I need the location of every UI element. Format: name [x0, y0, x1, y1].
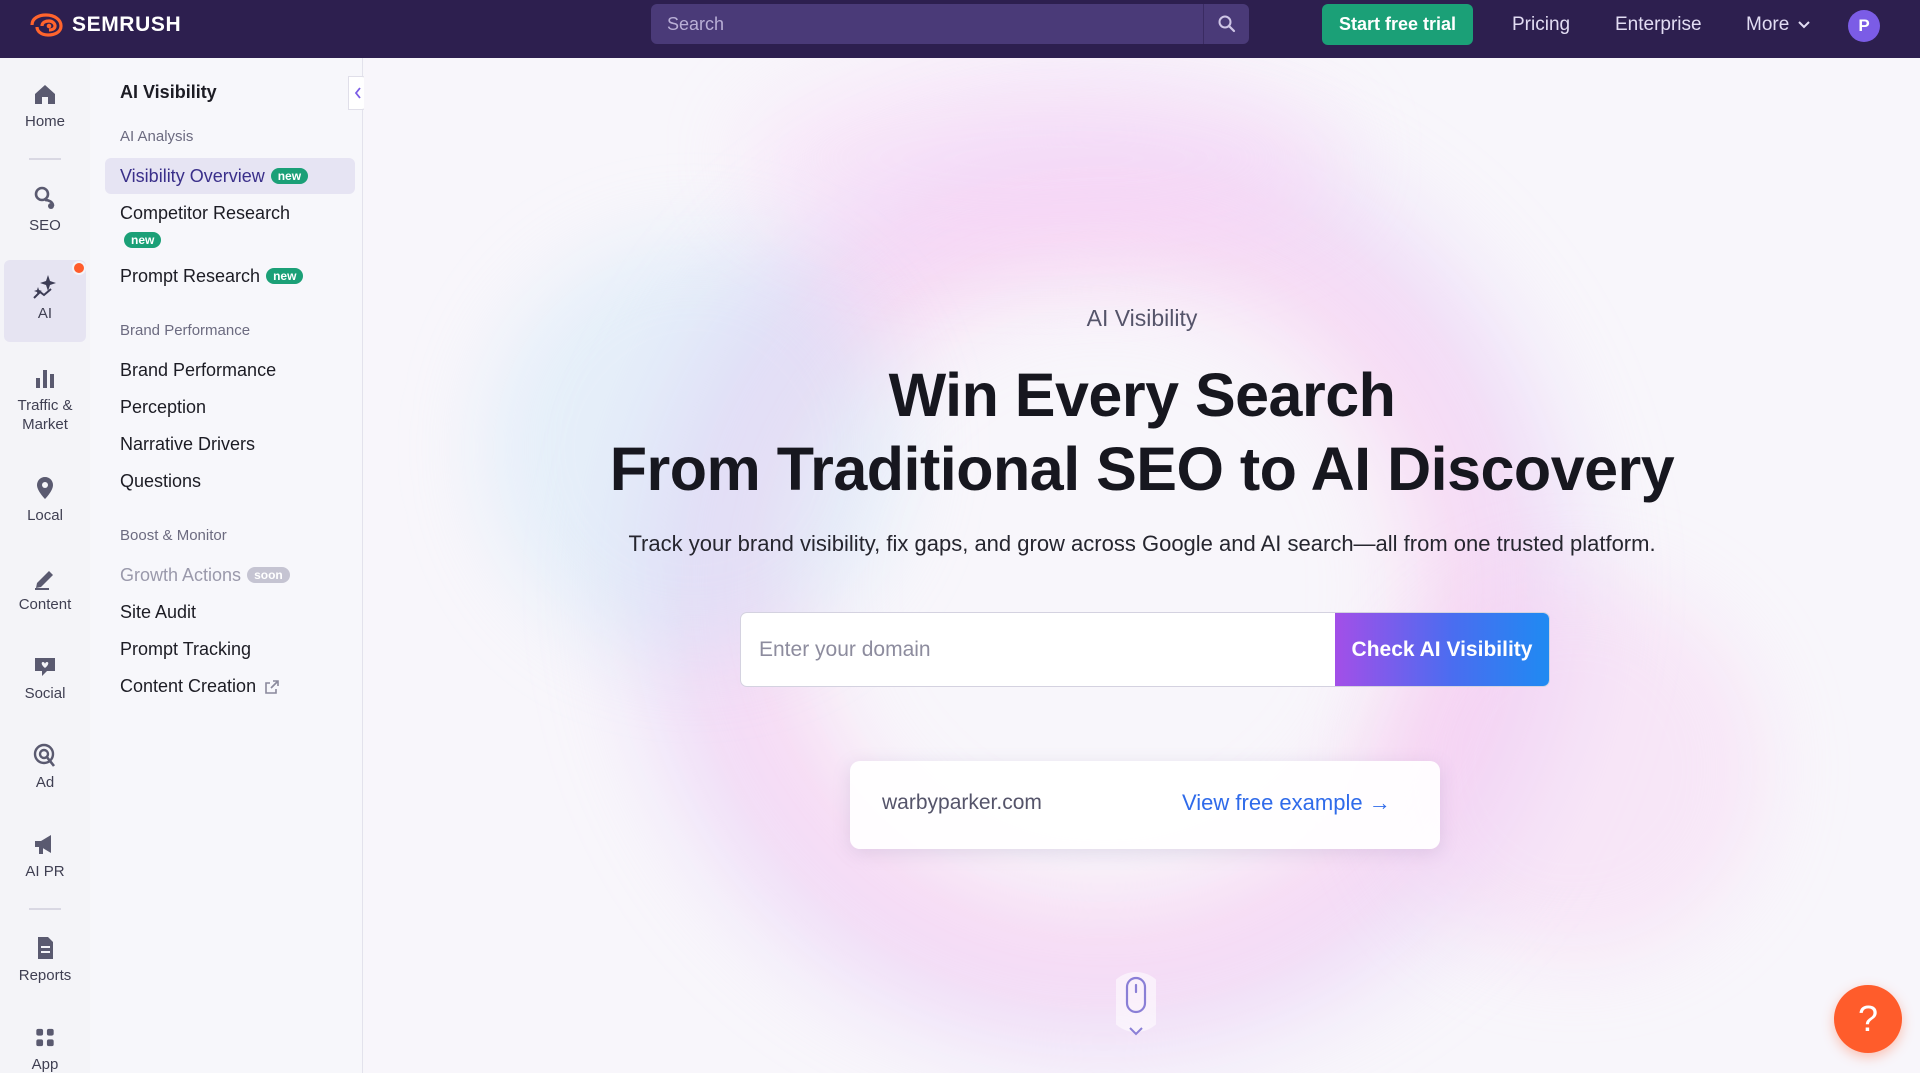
megaphone-icon: [35, 835, 51, 854]
rail-item-ai-pr[interactable]: AI PR: [4, 830, 86, 894]
check-ai-visibility-button[interactable]: Check AI Visibility: [1335, 613, 1549, 686]
subnav-group-boost-monitor: Boost & Monitor: [120, 527, 227, 544]
top-bar: SEMRUSH Start free trial Pricing Enterpr…: [0, 0, 1920, 58]
subnav-item-label: Prompt Research: [120, 266, 261, 286]
domain-input[interactable]: [741, 613, 1335, 686]
rail-divider: [29, 908, 61, 910]
semrush-flame-icon: [30, 13, 63, 37]
bar-chart-icon: [36, 370, 54, 388]
subnav-item-site-audit[interactable]: Site Audit: [120, 602, 196, 623]
rail-item-seo[interactable]: SEO: [4, 184, 86, 248]
rail-item-reports[interactable]: Reports: [4, 934, 86, 998]
search-button[interactable]: [1203, 4, 1249, 44]
free-example-card: warbyparker.com View free example →: [850, 761, 1440, 849]
brand-name: SEMRUSH: [72, 13, 182, 36]
main-content: AI Visibility Win Every Search From Trad…: [364, 58, 1920, 1073]
subnav-item-growth-actions: Growth Actions soon: [120, 565, 290, 586]
rail-label: Local: [27, 507, 63, 524]
rail-item-home[interactable]: Home: [4, 80, 86, 144]
rail-item-ad[interactable]: Ad: [4, 741, 86, 805]
rail-item-traffic-market[interactable]: Traffic & Market: [4, 364, 86, 444]
start-free-trial-button[interactable]: Start free trial: [1322, 4, 1473, 45]
user-avatar[interactable]: P: [1848, 10, 1880, 42]
seo-icon: [34, 186, 55, 209]
subnav-item-perception[interactable]: Perception: [120, 397, 206, 418]
ad-target-icon: [33, 743, 56, 767]
rail-label: Social: [24, 685, 66, 702]
pricing-link[interactable]: Pricing: [1512, 14, 1570, 36]
chevron-left-icon: [354, 87, 361, 99]
external-link-icon: [265, 679, 279, 694]
subnav-item-label: Visibility Overview: [120, 166, 265, 186]
apps-grid-icon: [36, 1028, 54, 1047]
rail-label: Content: [18, 596, 72, 613]
rail-label: Ad: [35, 774, 55, 791]
decorative-glow-top: [744, 58, 1344, 258]
new-badge: new: [270, 168, 309, 184]
domain-check-form: Check AI Visibility: [741, 613, 1549, 686]
rail-divider: [29, 158, 61, 160]
rail-label: Traffic & Market: [17, 397, 73, 433]
scroll-down-hint[interactable]: [1098, 958, 1174, 1058]
headline-line-2: From Traditional SEO to AI Discovery: [609, 435, 1675, 503]
global-search: [651, 4, 1249, 44]
subnav-item-label: Growth Actions: [120, 565, 242, 585]
pen-icon: [35, 571, 53, 590]
subnav-item-prompt-tracking[interactable]: Prompt Tracking: [120, 639, 251, 660]
enterprise-link[interactable]: Enterprise: [1615, 14, 1702, 36]
search-icon: [1218, 15, 1235, 33]
heart-chat-icon: [35, 658, 55, 676]
hero-headline: Win Every Search From Traditional SEO to…: [364, 358, 1920, 506]
global-search-input[interactable]: [651, 4, 1203, 44]
subnav-group-brand-performance: Brand Performance: [120, 322, 251, 339]
rail-label: Home: [24, 113, 65, 130]
more-label: More: [1746, 14, 1790, 35]
document-icon: [38, 937, 53, 959]
subnav-item-competitor-research[interactable]: Competitor Research: [120, 203, 290, 224]
subnav-item-content-creation[interactable]: Content Creation: [120, 676, 280, 697]
rail-label: Reports: [18, 967, 72, 984]
rail-item-local[interactable]: Local: [4, 474, 86, 538]
rail-label: SEO: [29, 217, 61, 234]
rail-label: AI PR: [25, 863, 65, 880]
home-icon: [35, 85, 55, 104]
subnav-item-questions[interactable]: Questions: [120, 471, 201, 492]
subnav-group-ai-analysis: AI Analysis: [120, 128, 194, 145]
rail-label: AI: [37, 305, 53, 322]
subnav-item-brand-performance[interactable]: Brand Performance: [120, 360, 276, 381]
mouse-scroll-icon: [1116, 972, 1156, 1036]
map-pin-icon: [37, 477, 53, 499]
rail-item-content[interactable]: Content: [4, 563, 86, 627]
rail-item-app[interactable]: App: [4, 1024, 86, 1073]
hero-subline: Track your brand visibility, fix gaps, a…: [628, 531, 1656, 556]
new-badge: new: [266, 268, 304, 284]
soon-badge: soon: [247, 567, 290, 583]
view-free-example-link[interactable]: View free example →: [1182, 790, 1391, 816]
subnav-item-visibility-overview[interactable]: Visibility Overview new: [120, 166, 309, 187]
semrush-logo[interactable]: SEMRUSH: [28, 13, 181, 37]
help-button[interactable]: ?: [1834, 985, 1902, 1053]
subnav-item-label: Competitor Research: [120, 203, 291, 223]
subnav-item-prompt-research[interactable]: Prompt Research new: [120, 266, 304, 287]
rail-label: App: [31, 1056, 59, 1073]
example-domain: warbyparker.com: [882, 791, 1042, 814]
notification-dot: [72, 261, 86, 275]
ai-sparkle-icon: [33, 275, 56, 299]
subnav-title: AI Visibility: [120, 82, 217, 102]
new-badge: new: [124, 232, 162, 248]
hero-eyebrow: AI Visibility: [1086, 305, 1198, 331]
headline-line-1: Win Every Search: [888, 361, 1396, 429]
subnav-item-label: Content Creation: [120, 676, 257, 696]
subnav-item-narrative-drivers[interactable]: Narrative Drivers: [120, 434, 255, 455]
chevron-down-icon: [1798, 21, 1811, 29]
more-menu[interactable]: More: [1746, 14, 1811, 36]
rail-item-social[interactable]: Social: [4, 652, 86, 716]
